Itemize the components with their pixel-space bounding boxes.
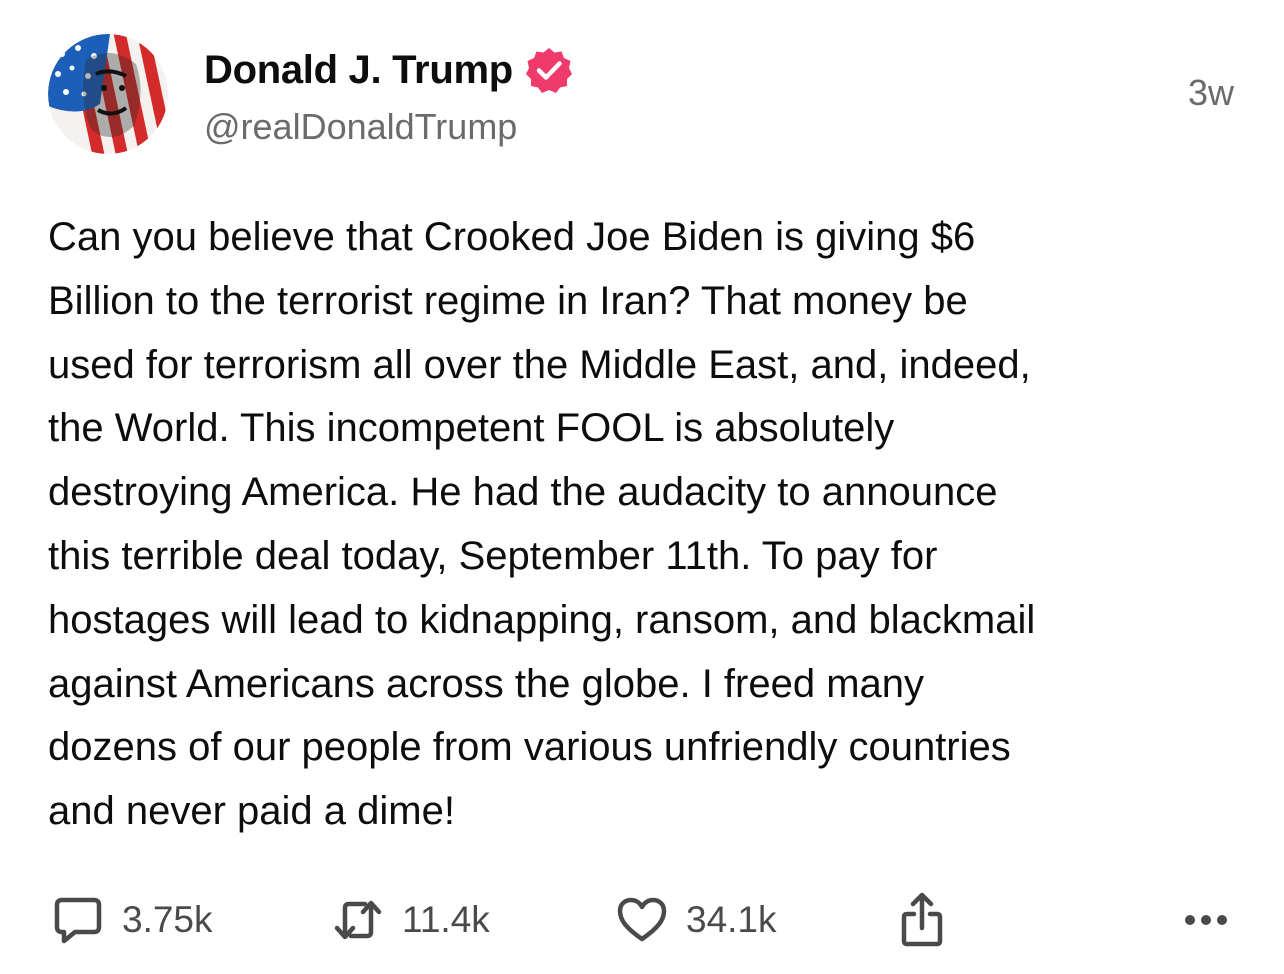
like-count: 34.1k	[686, 899, 777, 940]
author-display-name[interactable]: Donald J. Trump	[204, 48, 513, 93]
post-card[interactable]: Donald J. Trump @realDonaldTrump 3w Can …	[0, 0, 1284, 974]
repost-button[interactable]: 11.4k	[330, 888, 490, 952]
verified-badge-icon	[525, 48, 572, 93]
reply-icon	[54, 897, 102, 944]
more-icon	[1185, 915, 1227, 925]
post-body-text: Can you believe that Crooked Joe Biden i…	[48, 215, 1036, 834]
share-button[interactable]	[894, 888, 950, 952]
post-timestamp[interactable]: 3w	[1188, 72, 1234, 114]
repost-icon	[334, 900, 382, 940]
reply-button[interactable]: 3.75k	[50, 888, 213, 952]
share-icon	[901, 892, 943, 947]
flag-portrait-avatar-icon	[48, 34, 168, 154]
post-actions-bar: 3.75k 11.4k 34.1k	[0, 888, 1284, 952]
reply-count: 3.75k	[122, 899, 213, 940]
repost-count: 11.4k	[402, 899, 490, 940]
author-row[interactable]: Donald J. Trump	[204, 44, 573, 96]
like-button[interactable]: 34.1k	[614, 888, 777, 952]
heart-icon	[617, 897, 667, 942]
avatar[interactable]	[48, 34, 168, 154]
author-handle[interactable]: @realDonaldTrump	[204, 106, 517, 148]
more-button[interactable]	[1180, 888, 1236, 952]
